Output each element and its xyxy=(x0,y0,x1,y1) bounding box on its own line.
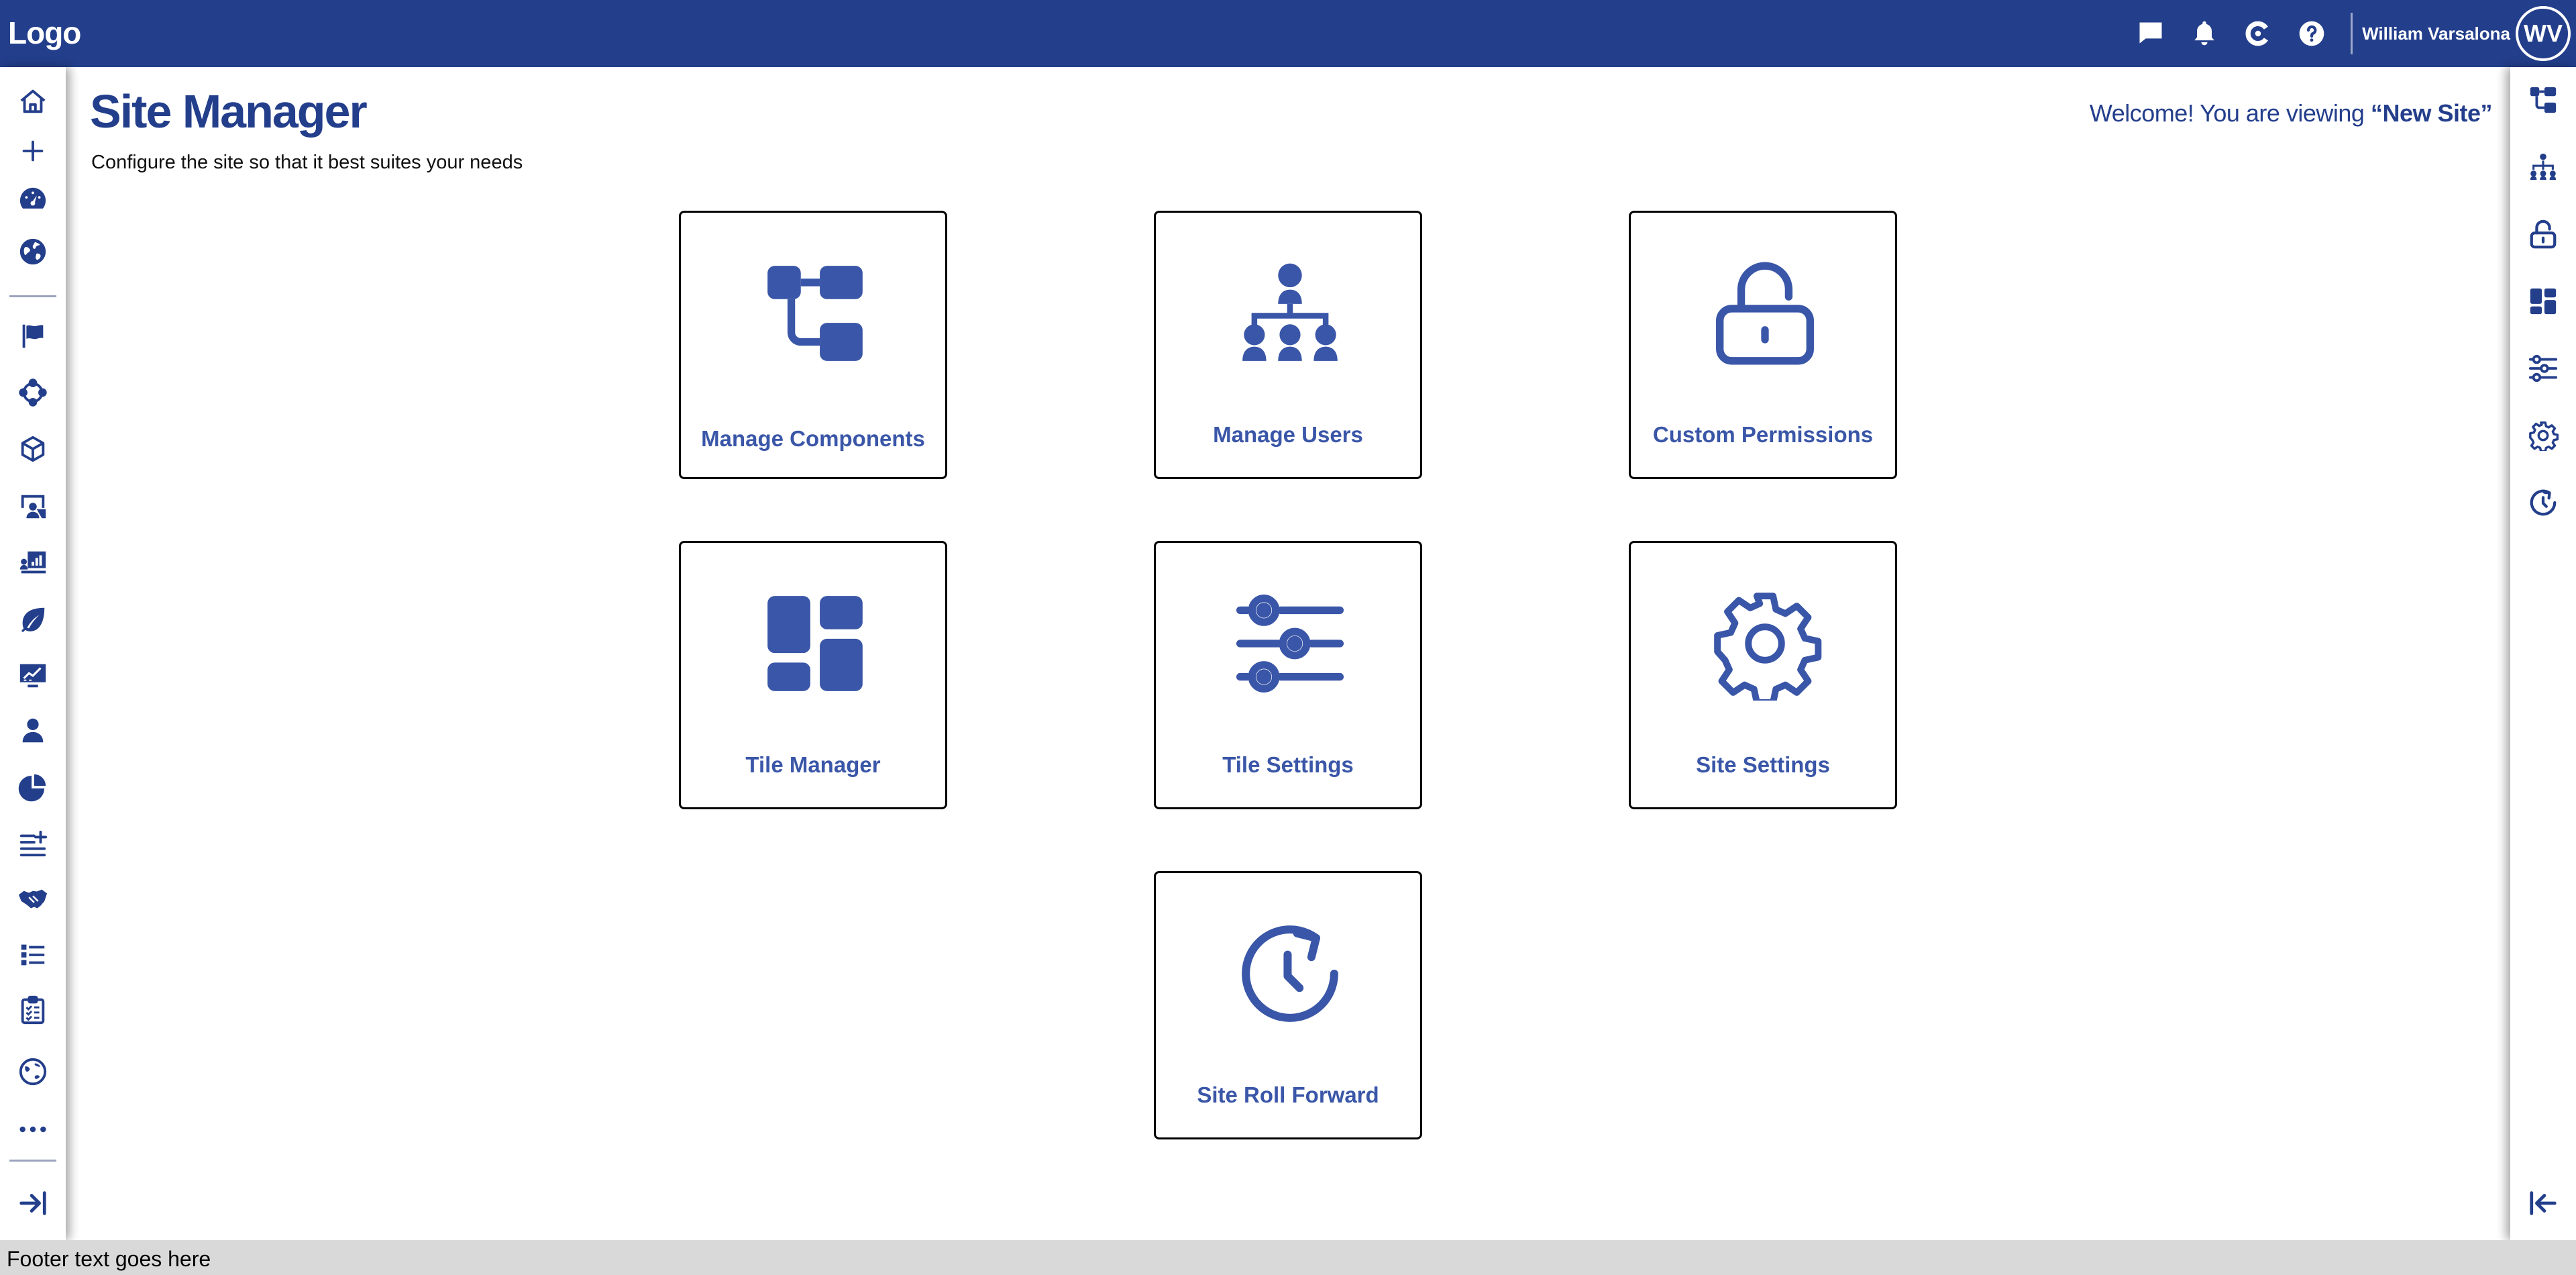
home-icon[interactable] xyxy=(17,86,48,117)
top-bar: Logo William Varsalona WV xyxy=(0,0,2576,67)
tile-label: Manage Components xyxy=(701,426,925,451)
right-sidebar xyxy=(2510,67,2576,1240)
collapse-arrow-icon[interactable] xyxy=(2528,1188,2559,1219)
sliders-icon[interactable] xyxy=(2528,353,2559,384)
list-icon[interactable] xyxy=(17,939,48,970)
welcome-message: Welcome! You are viewing “New Site” xyxy=(2089,99,2493,128)
more-icon[interactable] xyxy=(17,1114,48,1145)
footer: Footer text goes here xyxy=(0,1240,2576,1275)
tile-label: Site Roll Forward xyxy=(1197,1082,1379,1107)
globe-icon[interactable] xyxy=(17,236,48,267)
clipboard-icon[interactable] xyxy=(17,994,48,1025)
avatar[interactable]: WV xyxy=(2516,6,2571,61)
dashboard-gauge-icon[interactable] xyxy=(17,184,48,215)
leaf-icon[interactable] xyxy=(17,604,48,635)
gear-icon xyxy=(1705,583,1825,704)
gear-icon[interactable] xyxy=(2528,420,2559,451)
plus-icon[interactable] xyxy=(17,136,48,166)
logo[interactable]: Logo xyxy=(8,15,81,51)
welcome-prefix: Welcome! You are viewing xyxy=(2089,99,2371,127)
sidebar-divider xyxy=(9,295,56,297)
sliders-icon xyxy=(1230,583,1350,704)
tiles-icon[interactable] xyxy=(2528,286,2559,317)
manage-components-tile[interactable]: Manage Components xyxy=(679,211,947,479)
user-name[interactable]: William Varsalona xyxy=(2362,23,2510,44)
tile-label: Site Settings xyxy=(1696,752,1830,777)
unlock-icon[interactable] xyxy=(2528,219,2559,250)
monitor-chart-icon[interactable] xyxy=(17,660,48,691)
world-sync-icon[interactable] xyxy=(17,1056,48,1087)
manage-users-tile[interactable]: Manage Users xyxy=(1154,211,1422,479)
left-sidebar xyxy=(0,67,66,1240)
header-actions: William Varsalona WV xyxy=(2124,0,2576,67)
analytics-board-icon[interactable] xyxy=(17,548,48,578)
expand-arrow-icon[interactable] xyxy=(17,1188,48,1219)
page-title: Site Manager xyxy=(90,85,368,138)
site-name: “New Site” xyxy=(2370,99,2493,127)
list-add-icon[interactable] xyxy=(17,828,48,859)
components-icon xyxy=(755,253,875,374)
header-divider xyxy=(2351,13,2353,54)
cube-icon[interactable] xyxy=(17,434,48,464)
unlock-icon xyxy=(1705,253,1825,374)
bell-icon[interactable] xyxy=(2178,0,2231,67)
page-subtitle: Configure the site so that it best suite… xyxy=(91,152,523,173)
sidebar-divider xyxy=(9,1160,56,1162)
org-chart-icon[interactable] xyxy=(2528,152,2559,183)
site-roll-forward-tile[interactable]: Site Roll Forward xyxy=(1154,871,1422,1139)
tile-settings-tile[interactable]: Tile Settings xyxy=(1154,541,1422,809)
tile-label: Custom Permissions xyxy=(1652,422,1874,447)
network-cycle-icon[interactable] xyxy=(17,377,48,408)
c-brand-icon[interactable] xyxy=(2231,0,2285,67)
person-icon[interactable] xyxy=(17,715,48,746)
handshake-icon[interactable] xyxy=(17,884,48,915)
help-icon[interactable] xyxy=(2285,0,2339,67)
site-settings-tile[interactable]: Site Settings xyxy=(1629,541,1897,809)
tiles-icon xyxy=(755,583,875,704)
pie-chart-icon[interactable] xyxy=(17,772,48,803)
footer-text: Footer text goes here xyxy=(7,1247,211,1271)
tile-manager-tile[interactable]: Tile Manager xyxy=(679,541,947,809)
flag-icon[interactable] xyxy=(17,321,48,352)
org-chart-icon xyxy=(1230,253,1350,374)
tile-label: Manage Users xyxy=(1213,422,1363,447)
presenter-icon[interactable] xyxy=(17,491,48,522)
custom-permissions-tile[interactable]: Custom Permissions xyxy=(1629,211,1897,479)
history-icon[interactable] xyxy=(2528,487,2559,518)
components-icon[interactable] xyxy=(2528,85,2559,115)
tile-label: Tile Manager xyxy=(745,752,881,777)
history-icon xyxy=(1230,913,1350,1034)
tile-label: Tile Settings xyxy=(1222,752,1354,777)
chat-icon[interactable] xyxy=(2124,0,2178,67)
